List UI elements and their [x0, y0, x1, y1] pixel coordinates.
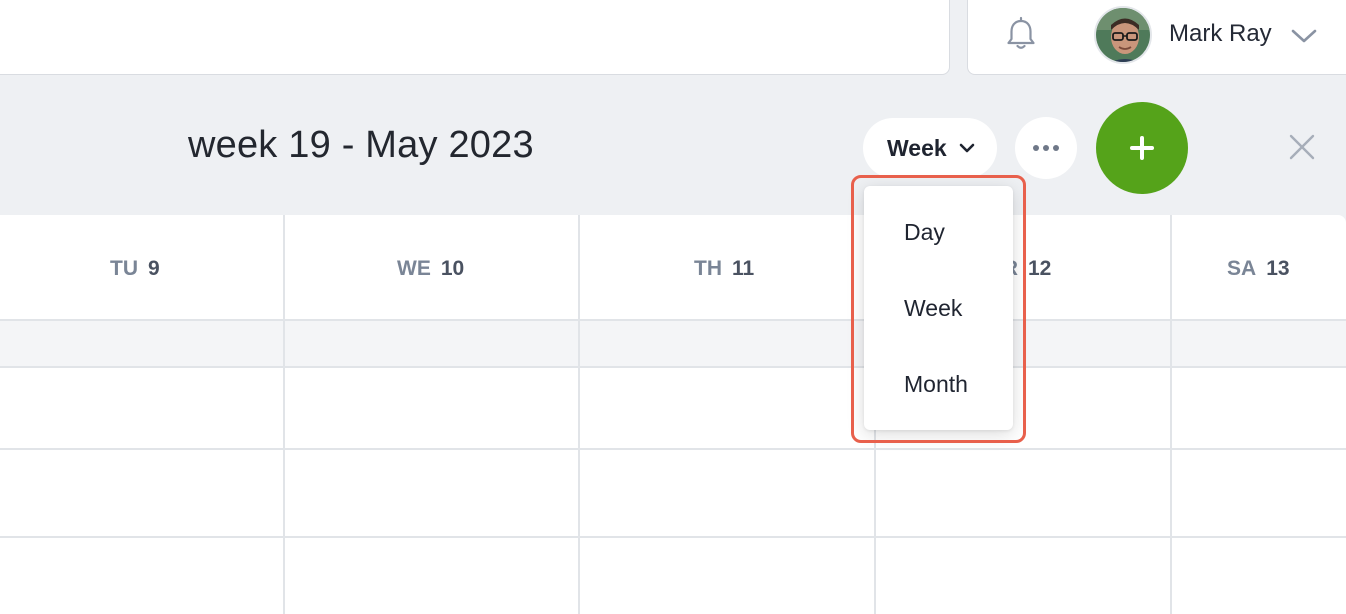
- day-number: 11: [732, 257, 755, 280]
- grid-divider: [283, 215, 285, 614]
- user-name[interactable]: Mark Ray: [1169, 20, 1272, 48]
- day-number: 13: [1266, 257, 1290, 280]
- grid-divider: [578, 215, 580, 614]
- view-select[interactable]: Week: [863, 118, 997, 178]
- add-event-button[interactable]: [1096, 102, 1188, 194]
- week-grid: TU 9 WE 10 TH 11 FR 12 SA 13: [0, 215, 1346, 614]
- chevron-down-icon[interactable]: [1290, 26, 1318, 46]
- highlight-outline: [851, 175, 1026, 443]
- grid-divider: [0, 366, 1346, 368]
- day-header-sa[interactable]: SA 13: [1227, 257, 1290, 281]
- search-bar[interactable]: [0, 0, 950, 75]
- grid-divider: [0, 319, 1346, 321]
- all-day-row[interactable]: [0, 321, 1346, 367]
- day-abbr: SA: [1227, 257, 1257, 280]
- grid-divider: [0, 448, 1346, 450]
- bell-icon[interactable]: [1004, 16, 1038, 52]
- more-horizontal-icon: [1033, 145, 1059, 151]
- grid-divider: [1170, 215, 1172, 614]
- page-title: week 19 - May 2023: [188, 124, 534, 166]
- day-header-we[interactable]: WE 10: [397, 257, 464, 281]
- day-abbr: TU: [110, 257, 138, 280]
- day-header-th[interactable]: TH 11: [694, 257, 754, 281]
- day-number: 10: [440, 257, 465, 280]
- day-abbr: WE: [397, 257, 431, 280]
- avatar[interactable]: [1094, 6, 1152, 64]
- day-header-tu[interactable]: TU 9: [110, 257, 160, 281]
- view-select-value: Week: [887, 134, 947, 161]
- day-number: 12: [1028, 257, 1052, 280]
- day-abbr: TH: [694, 257, 722, 280]
- close-icon[interactable]: [1286, 131, 1318, 163]
- more-options-button[interactable]: [1015, 117, 1077, 179]
- grid-divider: [0, 536, 1346, 538]
- plus-icon: [1130, 136, 1154, 160]
- chevron-down-icon: [959, 143, 974, 153]
- day-number: 9: [148, 257, 160, 280]
